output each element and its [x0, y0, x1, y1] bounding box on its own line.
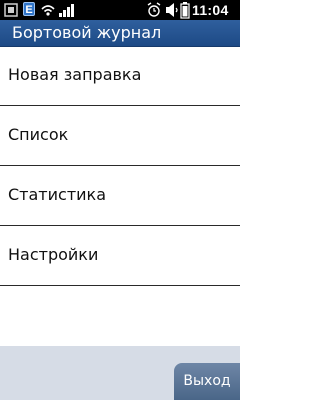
exit-button[interactable]: Выход: [174, 363, 240, 400]
main-menu: Новая заправка Список Статистика Настрой…: [0, 46, 240, 286]
menu-item-label: Настройки: [8, 245, 99, 264]
softkey-bar: Выход: [0, 346, 240, 400]
menu-item-label: Статистика: [8, 185, 106, 204]
page-title: Бортовой журнал: [12, 23, 162, 42]
status-bar: E 11:04: [0, 0, 240, 20]
menu-item-label: Список: [8, 125, 69, 144]
wifi-icon: [41, 5, 55, 16]
status-time: 11:04: [192, 2, 229, 18]
edge-badge-icon: E: [23, 2, 35, 16]
menu-item-statistics[interactable]: Статистика: [0, 166, 240, 226]
menu-item-list[interactable]: Список: [0, 106, 240, 166]
menu-item-label: Новая заправка: [8, 65, 142, 84]
signal-icon: [59, 4, 74, 17]
app-icon: [4, 3, 18, 17]
title-bar: Бортовой журнал: [0, 20, 240, 47]
battery-icon: [180, 2, 190, 19]
menu-item-new-refuel[interactable]: Новая заправка: [0, 46, 240, 106]
volume-icon: [166, 3, 178, 17]
menu-item-settings[interactable]: Настройки: [0, 226, 240, 286]
alarm-icon: [147, 2, 161, 17]
